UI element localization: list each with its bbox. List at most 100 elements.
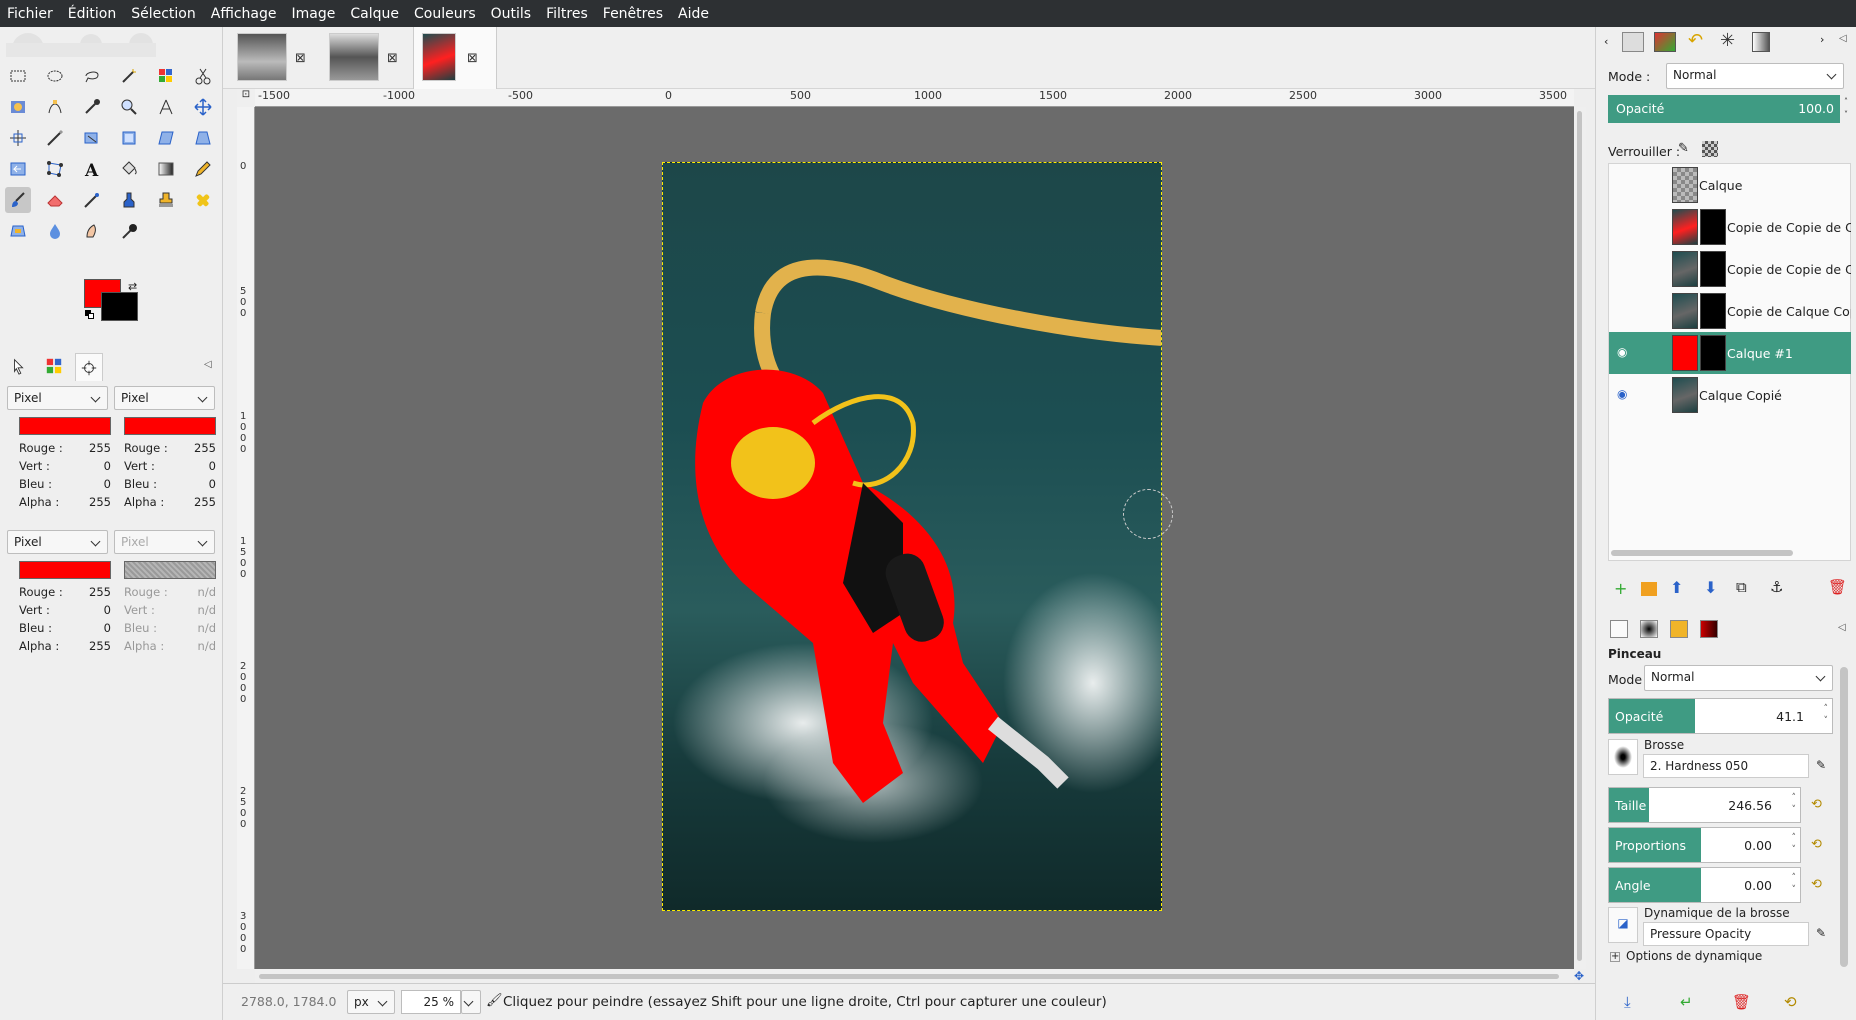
gradient-tool[interactable] [153, 156, 179, 182]
layer-row[interactable]: ◉ Calque Copié [1609, 374, 1851, 416]
background-color-swatch[interactable] [101, 292, 138, 321]
menu-fenetres[interactable]: Fenêtres [596, 6, 671, 22]
menu-selection[interactable]: Sélection [124, 6, 204, 22]
dynamics-icon[interactable]: ◪ [1608, 907, 1638, 943]
image-canvas[interactable] [662, 162, 1162, 911]
align-tool[interactable] [5, 125, 31, 151]
reset-options-icon[interactable]: ⟲ [1784, 993, 1797, 1011]
sample-points-tab-icon[interactable] [75, 353, 103, 381]
spin-arrows-icon[interactable]: ˄ ˅ [1824, 703, 1829, 727]
patterns-tab-icon[interactable] [1670, 620, 1688, 638]
canvas-area[interactable] [255, 107, 1574, 969]
scissors-select-tool[interactable] [190, 63, 216, 89]
menu-outils[interactable]: Outils [484, 6, 539, 22]
raise-layer-icon[interactable]: ⬆ [1670, 578, 1683, 597]
layer-opacity-slider[interactable]: Opacité 100.0 [1608, 95, 1840, 123]
layer-row[interactable]: Copie de Calque Copié [1609, 290, 1851, 332]
ellipse-select-tool[interactable] [42, 63, 68, 89]
blur-sharpen-tool[interactable] [42, 218, 68, 244]
layers-tab-icon[interactable] [1622, 32, 1644, 52]
menu-calque[interactable]: Calque [343, 6, 407, 22]
close-icon[interactable]: ⊠ [387, 51, 398, 66]
crop-tool[interactable] [42, 125, 68, 151]
eye-icon[interactable]: ◉ [1617, 387, 1627, 401]
reset-aspect-icon[interactable]: ⟲ [1811, 837, 1829, 855]
panel-menu-icon[interactable]: ◁ [1838, 622, 1846, 633]
menu-aide[interactable]: Aide [671, 6, 717, 22]
anchor-icon[interactable]: ⚓ [1770, 578, 1783, 596]
eye-icon[interactable]: ◉ [1617, 345, 1627, 359]
dynamics-field[interactable]: Pressure Opacity [1643, 922, 1809, 946]
clone-tool[interactable] [153, 187, 179, 213]
unified-transform-tool[interactable] [79, 125, 105, 151]
pointer-mode-select-4[interactable]: Pixel [114, 530, 215, 554]
cage-transform-tool[interactable] [42, 156, 68, 182]
shear-tool[interactable] [153, 125, 179, 151]
gradients-tab-icon[interactable] [1700, 620, 1718, 638]
panel-menu-icon[interactable]: ◁ [1839, 33, 1847, 44]
spin-arrows-icon[interactable]: ˄ ˅ [1792, 832, 1797, 856]
pointer-mode-select-2[interactable]: Pixel [114, 386, 215, 410]
spin-arrows-icon[interactable]: ˄ ˅ [1792, 872, 1797, 896]
dynamics-options-expander[interactable]: Options de dynamique [1626, 949, 1762, 963]
chevron-left-icon[interactable]: ‹ [1604, 35, 1608, 48]
menu-couleurs[interactable]: Couleurs [407, 6, 484, 22]
fuzzy-select-tool[interactable] [116, 63, 142, 89]
undo-history-tab-icon[interactable]: ↶ [1688, 30, 1703, 51]
move-tool[interactable] [190, 94, 216, 120]
paths-tool[interactable] [42, 94, 68, 120]
rotate-tool[interactable] [116, 125, 142, 151]
image-tab-thumbnail-2[interactable] [329, 33, 379, 81]
zoom-tool[interactable] [116, 94, 142, 120]
new-group-icon[interactable] [1641, 582, 1657, 596]
vertical-scrollbar[interactable] [1574, 107, 1586, 969]
default-colors-icon[interactable] [85, 310, 95, 320]
unit-select[interactable]: px [347, 990, 395, 1014]
chevron-right-icon[interactable]: › [1820, 33, 1824, 46]
brushes-tab-icon[interactable] [1640, 620, 1658, 638]
layer-row[interactable]: Copie de Copie de Calque [1609, 248, 1851, 290]
ruler-corner-icon[interactable]: ⊡ [237, 89, 255, 107]
paths-tab-icon[interactable]: ✳ [1720, 30, 1735, 51]
reset-angle-icon[interactable]: ⟲ [1811, 877, 1829, 895]
tool-options-scrollbar[interactable] [1840, 667, 1848, 967]
close-icon[interactable]: ⊠ [467, 51, 478, 66]
menu-fichier[interactable]: Fichier [0, 6, 61, 22]
image-tab-thumbnail-1[interactable] [237, 33, 287, 81]
expand-icon[interactable]: + [1610, 952, 1620, 962]
layer-row[interactable]: Copie de Copie de Calque [1609, 206, 1851, 248]
eraser-tool[interactable] [42, 187, 68, 213]
measure-tool[interactable] [153, 94, 179, 120]
rect-select-tool[interactable] [5, 63, 31, 89]
foreground-select-tool[interactable] [5, 94, 31, 120]
pointer-tab-icon[interactable] [10, 357, 28, 375]
aspect-spin[interactable]: Proportions 0.00 ˄ ˅ [1608, 827, 1801, 863]
spin-arrows-icon[interactable]: ˄ ˅ [1792, 792, 1797, 816]
palettes-tab-icon[interactable] [45, 357, 63, 375]
edit-dynamics-icon[interactable]: ✎ [1816, 926, 1826, 940]
new-layer-icon[interactable]: + [1614, 579, 1627, 598]
smudge-tool[interactable] [79, 218, 105, 244]
paint-mode-select[interactable]: Normal [1644, 665, 1833, 691]
save-options-icon[interactable]: ⤓ [1624, 993, 1631, 1011]
delete-options-icon[interactable]: 🗑 [1732, 993, 1751, 1011]
duplicate-layer-icon[interactable]: ⧉ [1736, 578, 1747, 596]
flip-tool[interactable] [5, 156, 31, 182]
text-tool[interactable]: A [79, 156, 105, 182]
swap-colors-icon[interactable]: ⇄ [128, 280, 137, 293]
layer-row[interactable]: Calque [1609, 164, 1851, 206]
layers-hscrollbar[interactable] [1611, 550, 1793, 556]
opacity-spin-arrows[interactable]: ˄ ˅ [1840, 95, 1852, 123]
color-picker-tool[interactable] [79, 94, 105, 120]
paint-opacity-spin[interactable]: Opacité 41.1 ˄ ˅ [1608, 698, 1833, 734]
pencil-tool[interactable] [190, 156, 216, 182]
restore-options-icon[interactable]: ↵ [1680, 993, 1693, 1011]
lock-alpha-icon[interactable] [1702, 141, 1718, 157]
pointer-mode-select-3[interactable]: Pixel [7, 530, 108, 554]
perspective-tool[interactable] [190, 125, 216, 151]
menu-edition[interactable]: Édition [61, 6, 124, 22]
close-icon[interactable]: ⊠ [295, 51, 306, 66]
navigate-icon[interactable]: ✥ [1574, 969, 1590, 983]
horizontal-scrollbar[interactable] [255, 969, 1574, 983]
gradients-tab-icon[interactable] [1752, 32, 1770, 52]
